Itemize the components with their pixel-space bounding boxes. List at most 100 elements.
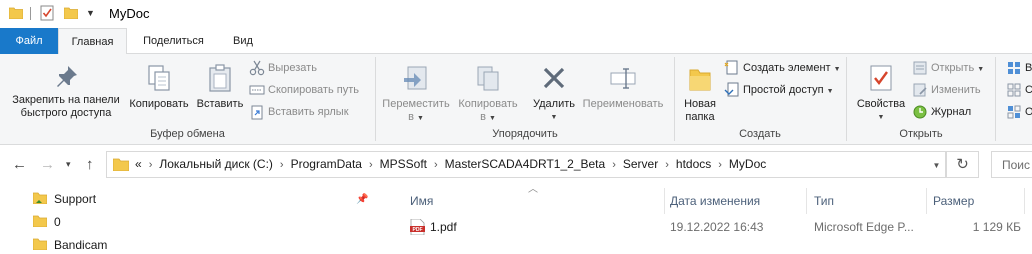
customize-quick-access-dropdown-icon[interactable]: ▼ — [86, 8, 95, 18]
pinned-icon[interactable]: 📌 — [356, 194, 368, 205]
nav-item-label: 0 — [54, 215, 61, 229]
column-header-size[interactable]: Размер — [933, 188, 1023, 214]
tab-home[interactable]: Главная — [58, 28, 127, 55]
chevron-right-icon[interactable]: › — [362, 159, 380, 171]
new-folder-quick-icon[interactable] — [64, 6, 78, 19]
delete-button[interactable]: Удалить ▼ — [528, 58, 580, 124]
open-button[interactable]: Открыть ▼ — [912, 58, 984, 78]
open-icon — [912, 60, 928, 76]
edit-label: Изменить — [931, 84, 981, 96]
open-group-label: Открыть — [899, 128, 943, 140]
new-folder-button[interactable]: Новая папка — [678, 58, 722, 124]
paste-shortcut-button[interactable]: Вставить ярлык — [249, 102, 349, 122]
refresh-icon[interactable]: ↻ — [947, 151, 979, 178]
copy-path-icon — [249, 82, 265, 98]
column-divider[interactable] — [664, 188, 665, 214]
history-icon — [912, 104, 928, 120]
quick-access-separator — [30, 7, 31, 20]
folder-icon — [33, 215, 47, 227]
properties-button[interactable]: Свойства ▼ — [850, 58, 912, 124]
pin-label-line2: быстрого доступа — [20, 107, 112, 119]
breadcrumb: «› Локальный диск (C:) › ProgramData › MPSSof… — [135, 152, 766, 177]
column-divider[interactable] — [1024, 188, 1025, 214]
new-item-icon — [724, 60, 740, 76]
chevron-right-icon[interactable]: › — [658, 159, 676, 171]
window-title: MyDoc — [109, 6, 150, 21]
rename-icon — [610, 68, 636, 89]
delete-dropdown-icon[interactable]: ▼ — [528, 111, 580, 124]
properties-check-icon[interactable] — [40, 5, 54, 21]
chevron-right-icon[interactable]: › — [142, 159, 160, 171]
tab-file[interactable]: Файл — [0, 28, 58, 54]
invert-selection-button[interactable]: О — [1006, 102, 1032, 122]
back-arrow-icon[interactable]: ← — [12, 156, 27, 173]
edit-button[interactable]: Изменить — [912, 80, 981, 100]
new-item-button[interactable]: Создать элемент ▼ — [724, 58, 841, 78]
breadcrumb-item[interactable]: Локальный диск (C:) — [159, 157, 273, 171]
easy-access-icon — [724, 82, 740, 98]
move-to-button[interactable]: Переместить в ▼ — [380, 58, 452, 125]
history-button[interactable]: Журнал — [912, 102, 971, 122]
rename-button[interactable]: Переименовать — [578, 58, 668, 111]
cut-button[interactable]: Вырезать — [249, 58, 317, 78]
nav-item-0[interactable]: 0 — [0, 211, 380, 233]
properties-dropdown-icon[interactable]: ▼ — [850, 111, 912, 124]
rename-label: Переименовать — [582, 98, 664, 110]
properties-icon — [870, 65, 892, 91]
select-all-button[interactable]: В — [1006, 58, 1032, 78]
new-group-label: Создать — [739, 128, 781, 140]
copy-button[interactable]: Копировать — [126, 58, 192, 111]
copy-to-icon — [477, 66, 499, 91]
paste-shortcut-icon — [249, 104, 265, 120]
breadcrumb-item[interactable]: ProgramData — [291, 157, 362, 171]
address-bar[interactable]: «› Локальный диск (C:) › ProgramData › MPSSof… — [106, 151, 947, 178]
copy-to-button[interactable]: Копировать в ▼ — [452, 58, 524, 125]
breadcrumb-item[interactable]: MPSSoft — [380, 157, 427, 171]
nav-item-support[interactable]: Support 📌 — [0, 188, 380, 210]
address-dropdown-icon[interactable]: ▼ — [928, 151, 946, 178]
pdf-file-icon: PDF — [410, 219, 425, 235]
up-arrow-icon[interactable]: ↑ — [86, 156, 94, 173]
group-separator — [995, 57, 996, 141]
forward-arrow-icon[interactable]: → — [40, 156, 55, 173]
breadcrumb-item[interactable]: MasterSCADA4DRT1_2_Beta — [445, 157, 606, 171]
breadcrumb-item[interactable]: Server — [623, 157, 658, 171]
open-label: Открыть — [931, 62, 975, 74]
folder-icon[interactable] — [9, 6, 23, 19]
chevron-right-icon[interactable]: › — [605, 159, 623, 171]
table-row[interactable]: PDF 1.pdf 19.12.2022 16:43 Microsoft Edg… — [402, 216, 1032, 238]
breadcrumb-item[interactable]: MyDoc — [729, 157, 766, 171]
copy-path-button[interactable]: Скопировать путь — [249, 80, 359, 100]
column-divider[interactable] — [806, 188, 807, 214]
move-to-label-line1: Переместить — [382, 98, 450, 110]
delete-label: Удалить — [533, 98, 575, 110]
select-none-button[interactable]: С — [1006, 80, 1032, 100]
tab-view[interactable]: Вид — [220, 28, 266, 54]
file-type: Microsoft Edge P... — [814, 220, 914, 234]
title-bar: ▼ MyDoc — [0, 0, 1032, 28]
breadcrumb-overflow[interactable]: « — [135, 157, 142, 171]
chevron-right-icon[interactable]: › — [711, 159, 729, 171]
recent-locations-chevron-icon[interactable]: ▾ — [66, 159, 71, 170]
pin-to-quick-access-button[interactable]: Закрепить на панели быстрого доступа — [4, 58, 128, 120]
tab-share[interactable]: Поделиться — [127, 28, 220, 54]
column-header-date[interactable]: Дата изменения — [670, 188, 806, 214]
chevron-right-icon[interactable]: › — [273, 159, 291, 171]
paste-shortcut-label: Вставить ярлык — [268, 106, 349, 118]
folder-icon — [33, 192, 47, 204]
ribbon-panel: Закрепить на панели быстрого доступа Коп… — [0, 54, 1032, 145]
easy-access-button[interactable]: Простой доступ ▼ — [724, 80, 834, 100]
chevron-right-icon[interactable]: › — [427, 159, 445, 171]
paste-button[interactable]: Вставить — [194, 58, 246, 111]
new-folder-label-line1: Новая — [684, 98, 716, 110]
breadcrumb-item[interactable]: htdocs — [676, 157, 711, 171]
column-header-name[interactable]: Имя — [410, 188, 664, 214]
delete-x-icon — [543, 67, 565, 89]
column-header-type[interactable]: Тип — [814, 188, 926, 214]
search-input[interactable]: Поис — [991, 151, 1032, 178]
nav-item-bandicam[interactable]: Bandicam — [0, 234, 380, 254]
scissors-icon — [249, 60, 265, 76]
new-folder-label-line2: папка — [685, 111, 715, 123]
column-divider[interactable] — [926, 188, 927, 214]
pin-label-line1: Закрепить на панели — [12, 94, 120, 106]
